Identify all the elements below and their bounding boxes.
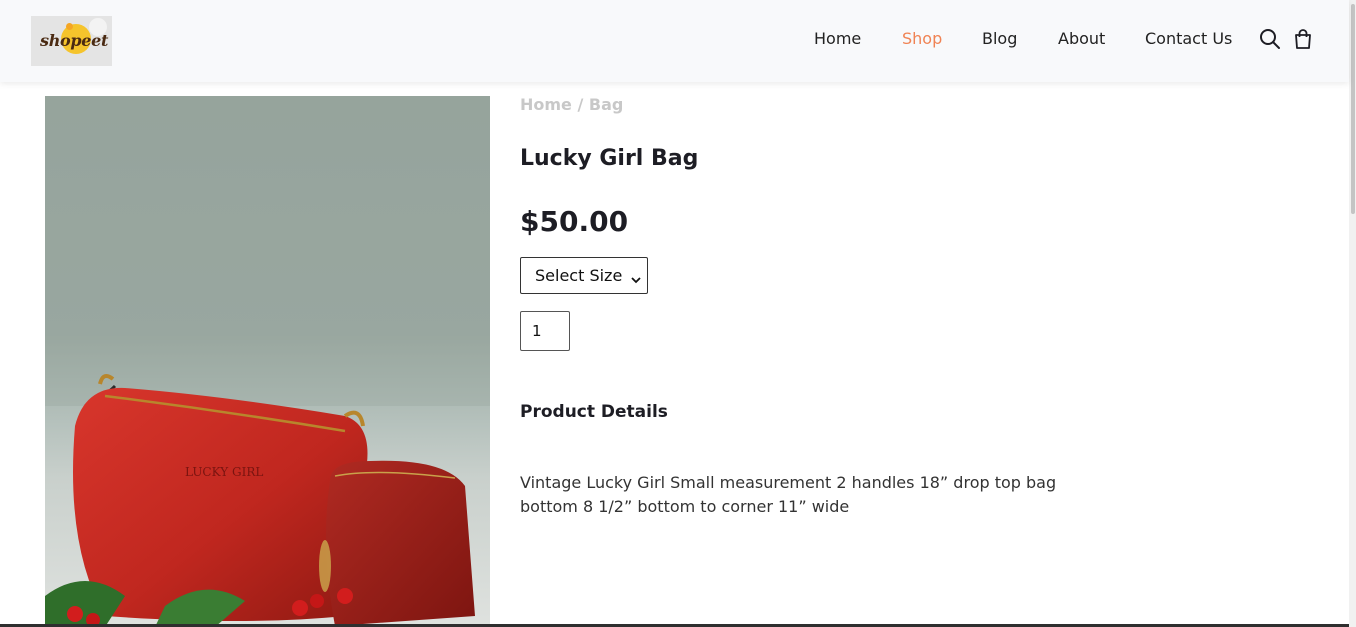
breadcrumb-separator: / xyxy=(577,95,584,114)
bag-emboss-text: LUCKY GIRL xyxy=(185,465,263,479)
product-price: $50.00 xyxy=(520,205,629,238)
page-scrollbar-thumb[interactable] xyxy=(1351,4,1355,214)
nav-item-home[interactable]: Home xyxy=(814,29,861,48)
product-image: LUCKY GIRL xyxy=(45,96,490,627)
shopping-bag-icon[interactable] xyxy=(1292,28,1314,50)
breadcrumb-current[interactable]: Bag xyxy=(589,95,623,114)
chevron-down-icon xyxy=(631,270,641,284)
product-title: Lucky Girl Bag xyxy=(520,146,699,171)
search-icon[interactable] xyxy=(1259,28,1281,50)
nav-item-contact-us[interactable]: Contact Us xyxy=(1145,29,1232,48)
breadcrumb: Home / Bag xyxy=(520,95,623,114)
site-header: shopeet Home Shop Blog About Contact Us xyxy=(0,0,1349,82)
nav-item-shop[interactable]: Shop xyxy=(902,29,942,48)
nav-item-blog[interactable]: Blog xyxy=(982,29,1017,48)
product-description: Vintage Lucky Girl Small measurement 2 h… xyxy=(520,473,1057,516)
size-select-value: Select Size xyxy=(535,266,623,285)
size-select[interactable]: Select Size xyxy=(520,257,648,294)
shopeet-logo[interactable]: shopeet xyxy=(31,16,112,66)
bag-photo-illustration: LUCKY GIRL xyxy=(45,96,490,627)
nav-item-about[interactable]: About xyxy=(1058,29,1105,48)
quantity-input[interactable] xyxy=(520,311,570,351)
logo-dot-shape xyxy=(66,23,73,30)
logo-wordmark: shopeet xyxy=(40,31,109,50)
product-details-heading: Product Details xyxy=(520,402,668,422)
breadcrumb-home[interactable]: Home xyxy=(520,95,572,114)
